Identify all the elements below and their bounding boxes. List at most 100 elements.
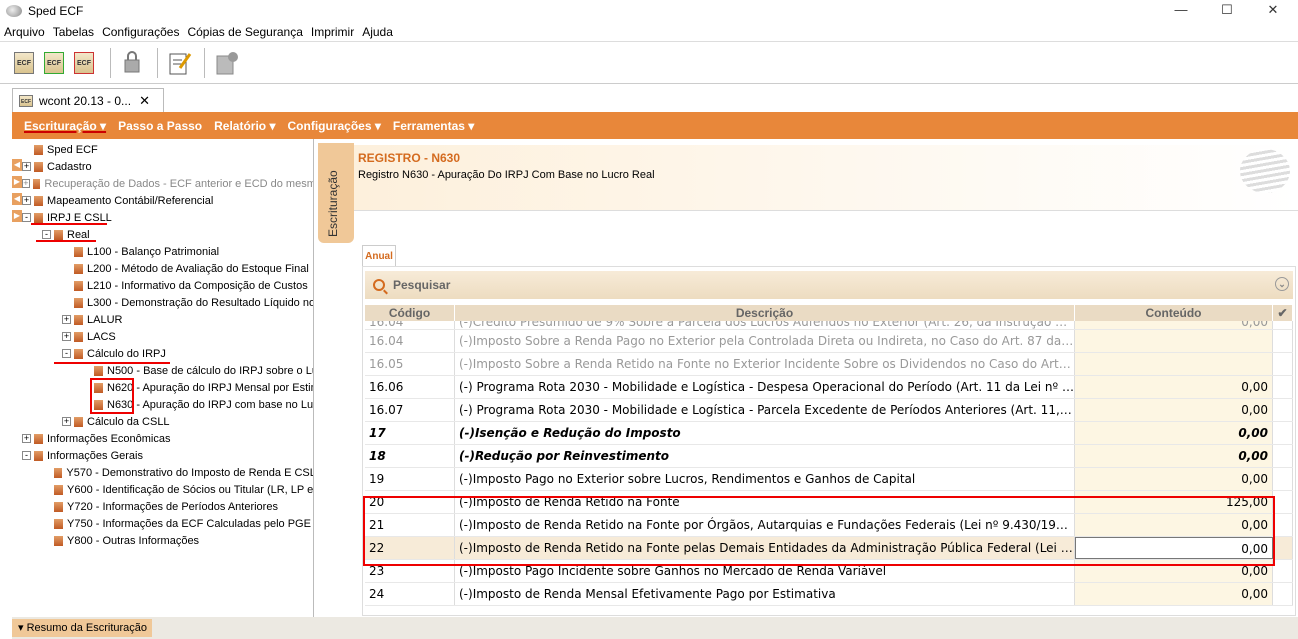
table-row[interactable]: 19 (-)Imposto Pago no Exterior sobre Lucr…: [365, 468, 1293, 491]
tree-item-label: N500 - Base de cálculo do IRPJ sobre o L…: [107, 364, 314, 377]
col-conteudo[interactable]: Conteúdo: [1075, 305, 1273, 321]
lock-icon[interactable]: [119, 50, 145, 76]
nav-relatorio[interactable]: Relatório ▾: [208, 119, 281, 133]
tree-item[interactable]: + Cálculo da CSLL: [22, 413, 313, 430]
info-icon[interactable]: [213, 50, 239, 76]
nav-passo-a-passo[interactable]: Passo a Passo: [112, 119, 208, 133]
tree-item[interactable]: + Mapeamento Contábil/Referencial: [22, 192, 313, 209]
register-title: REGISTRO - N630: [358, 151, 461, 165]
tree-item[interactable]: L200 - Método de Avaliação do Estoque Fi…: [22, 260, 313, 277]
close-button[interactable]: ✕: [1250, 0, 1296, 22]
tree-item[interactable]: Y750 - Informações da ECF Calculadas pel…: [22, 515, 313, 532]
expand-icon[interactable]: +: [62, 417, 71, 426]
menu-ajuda[interactable]: Ajuda: [358, 25, 397, 39]
collapse-icon[interactable]: -: [22, 451, 31, 460]
tree-item-label: Y720 - Informações de Períodos Anteriore…: [67, 500, 278, 513]
folder-icon: [34, 212, 43, 223]
cell-conteudo[interactable]: 0,00: [1075, 468, 1273, 490]
tree-item[interactable]: L300 - Demonstração do Resultado Líquido…: [22, 294, 313, 311]
expand-right-icon[interactable]: ▶: [12, 210, 22, 222]
expand-right-icon[interactable]: ▶: [12, 176, 22, 188]
col-codigo[interactable]: Código: [365, 305, 455, 321]
cell-conteudo[interactable]: 0,00: [1075, 399, 1273, 421]
close-tab-icon[interactable]: ✕: [139, 93, 150, 109]
table-row[interactable]: 16.07 (-) Programa Rota 2030 - Mobilidade…: [365, 399, 1293, 422]
expand-icon[interactable]: +: [22, 162, 31, 171]
tree-item[interactable]: N620 - Apuração do IRPJ Mensal por Estim: [22, 379, 314, 396]
expand-icon[interactable]: +: [62, 332, 71, 341]
table-row[interactable]: 16.06 (-) Programa Rota 2030 - Mobilidade…: [365, 376, 1293, 399]
tree-item[interactable]: - Informações Gerais: [22, 447, 313, 464]
collapse-left-icon[interactable]: ◀: [12, 159, 22, 171]
cell-conteudo[interactable]: 0,00: [1075, 583, 1273, 605]
maximize-button[interactable]: ☐: [1204, 0, 1250, 22]
collapse-icon[interactable]: -: [62, 349, 71, 358]
collapse-left-icon[interactable]: ◀: [12, 193, 22, 205]
table-row[interactable]: 16.04 (-)Imposto Sobre a Renda Pago no Ex…: [365, 330, 1293, 353]
menu-copias-seguranca[interactable]: Cópias de Segurança: [183, 25, 306, 39]
tree-item[interactable]: + Cadastro: [22, 158, 313, 175]
table-row[interactable]: 16.04 (-)Crédito Presumido de 9% Sobre a…: [365, 321, 1293, 330]
folder-icon: [94, 365, 103, 376]
menu-arquivo[interactable]: Arquivo: [0, 25, 49, 39]
minimize-button[interactable]: —: [1158, 0, 1204, 22]
sidetab-escrituracao[interactable]: Escrituração: [318, 143, 354, 243]
tree-item-label: N620 - Apuração do IRPJ Mensal por Estim: [107, 381, 314, 394]
folder-icon: [54, 467, 63, 478]
tab-anual[interactable]: Anual: [362, 245, 396, 267]
menu-tabelas[interactable]: Tabelas: [49, 25, 98, 39]
tree-item[interactable]: + LALUR: [22, 311, 313, 328]
tree-item[interactable]: N630 - Apuração do IRPJ com base no Luc: [22, 396, 313, 413]
cell-check: [1273, 583, 1293, 605]
window-title: Sped ECF: [28, 4, 84, 18]
folder-icon: [74, 246, 83, 257]
table-row[interactable]: 24 (-)Imposto de Renda Mensal Efetivament…: [365, 583, 1293, 606]
cell-codigo: 24: [365, 583, 455, 605]
edit-icon[interactable]: [166, 50, 192, 76]
nav-escrituracao[interactable]: Escrituração ▾: [18, 119, 112, 133]
toolbar: ECF ECF ECF: [0, 42, 1298, 84]
cell-conteudo[interactable]: 0,00: [1075, 422, 1273, 444]
tree-item[interactable]: - Cálculo do IRPJ: [22, 345, 313, 362]
tree-item[interactable]: + Recuperação de Dados - ECF anterior e E…: [22, 175, 313, 192]
expand-icon[interactable]: +: [22, 434, 31, 443]
expand-icon[interactable]: +: [22, 196, 31, 205]
tree-item[interactable]: Y600 - Identificação de Sócios ou Titula…: [22, 481, 313, 498]
cell-check: [1273, 468, 1293, 490]
ecf-new-icon[interactable]: ECF: [42, 50, 68, 76]
chevron-down-icon[interactable]: ⌄: [1275, 277, 1289, 291]
tree-item[interactable]: Y570 - Demonstrativo do Imposto de Renda…: [22, 464, 313, 481]
tree-item[interactable]: L210 - Informativo da Composição de Cust…: [22, 277, 313, 294]
tree-item[interactable]: L100 - Balanço Patrimonial: [22, 243, 313, 260]
tree-item-label: Informações Gerais: [47, 449, 143, 462]
tree-item[interactable]: N500 - Base de cálculo do IRPJ sobre o L…: [22, 362, 314, 379]
cell-conteudo[interactable]: [1075, 353, 1273, 375]
search-bar[interactable]: Pesquisar ⌄: [365, 271, 1293, 299]
tree-item[interactable]: Sped ECF: [22, 141, 313, 158]
ecf-open-icon[interactable]: ECF: [12, 50, 38, 76]
tree-item[interactable]: Y800 - Outras Informações: [22, 532, 313, 549]
expand-icon[interactable]: +: [22, 179, 30, 188]
cell-conteudo[interactable]: [1075, 330, 1273, 352]
col-descricao[interactable]: Descrição: [455, 305, 1075, 321]
resumo-escrituracao-button[interactable]: ▾ Resumo da Escrituração: [12, 619, 152, 637]
cell-check: [1273, 422, 1293, 444]
menu-configuracoes[interactable]: Configurações: [98, 25, 183, 39]
cell-conteudo[interactable]: 0,00: [1075, 376, 1273, 398]
collapse-icon[interactable]: -: [22, 213, 31, 222]
checkmark-icon[interactable]: ✔: [1273, 305, 1293, 321]
table-row[interactable]: 16.05 (-)Imposto Sobre a Renda Retido na …: [365, 353, 1293, 376]
document-tab[interactable]: ECF wcont 20.13 - 0... ✕: [12, 88, 164, 112]
expand-icon[interactable]: +: [62, 315, 71, 324]
tree-item[interactable]: + LACS: [22, 328, 313, 345]
nav-configuracoes[interactable]: Configurações ▾: [282, 119, 387, 133]
tree-item[interactable]: + Informações Econômicas: [22, 430, 313, 447]
table-row[interactable]: 18 (-)Redução por Reinvestimento 0,00: [365, 445, 1293, 468]
menu-imprimir[interactable]: Imprimir: [307, 25, 358, 39]
table-row[interactable]: 17 (-)Isenção e Redução do Imposto 0,00: [365, 422, 1293, 445]
collapse-icon[interactable]: -: [42, 230, 51, 239]
cell-conteudo[interactable]: 0,00: [1075, 445, 1273, 467]
nav-ferramentas[interactable]: Ferramentas ▾: [387, 119, 480, 133]
ecf-delete-icon[interactable]: ECF: [72, 50, 98, 76]
tree-item[interactable]: Y720 - Informações de Períodos Anteriore…: [22, 498, 313, 515]
